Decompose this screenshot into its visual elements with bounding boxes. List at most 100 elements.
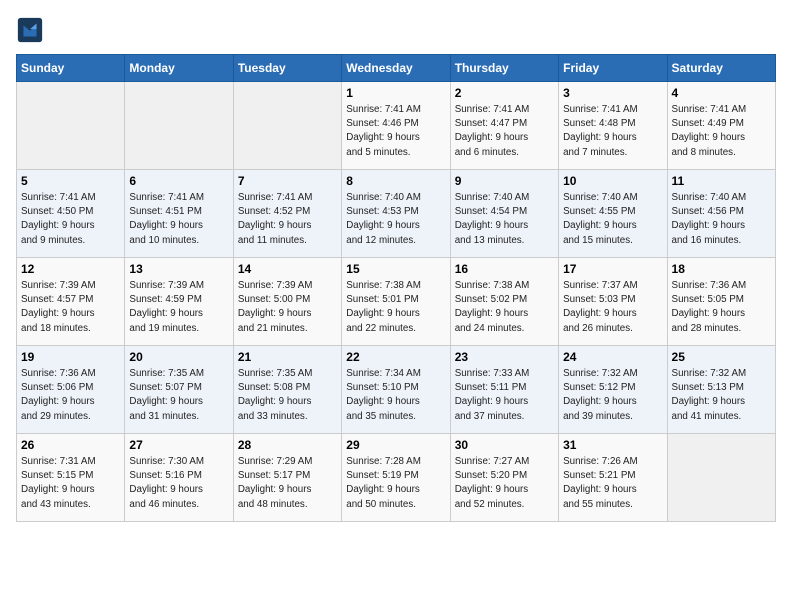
day-cell: 30 Sunrise: 7:27 AM Sunset: 5:20 PM Dayli… — [450, 434, 558, 522]
logo — [16, 16, 48, 44]
day-cell: 2 Sunrise: 7:41 AM Sunset: 4:47 PM Daylig… — [450, 82, 558, 170]
week-row-1: 1Sunrise: 7:41 AM Sunset: 4:46 PM Daylig… — [17, 82, 776, 170]
day-cell: 24Sunrise: 7:32 AM Sunset: 5:12 PM Dayli… — [559, 346, 667, 434]
logo-icon — [16, 16, 44, 44]
day-info: Sunrise: 7:28 AM Sunset: 5:19 PM Dayligh… — [346, 455, 445, 512]
day-cell: 15 Sunrise: 7:38 AM Sunset: 5:01 PM Dayli… — [342, 258, 450, 346]
day-info: Sunrise: 7:33 AM Sunset: 5:11 PM Dayligh… — [455, 367, 554, 424]
day-info: Sunrise: 7:36 AM Sunset: 5:06 PM Dayligh… — [21, 367, 120, 424]
day-header-thursday: Thursday — [450, 55, 558, 82]
day-cell: 3Sunrise: 7:41 AM Sunset: 4:48 PM Daylig… — [559, 82, 667, 170]
day-info: Sunrise: 7:32 AM Sunset: 5:13 PM Dayligh… — [672, 367, 771, 424]
day-cell — [125, 82, 233, 170]
day-cell — [667, 434, 775, 522]
day-cell: 20Sunrise: 7:35 AM Sunset: 5:07 PM Dayli… — [125, 346, 233, 434]
day-info: Sunrise: 7:29 AM Sunset: 5:17 PM Dayligh… — [238, 455, 337, 512]
day-cell: 29 Sunrise: 7:28 AM Sunset: 5:19 PM Dayli… — [342, 434, 450, 522]
day-number: 17 — [563, 262, 662, 276]
week-row-5: 26 Sunrise: 7:31 AM Sunset: 5:15 PM Dayli… — [17, 434, 776, 522]
day-cell: 23 Sunrise: 7:33 AM Sunset: 5:11 PM Dayli… — [450, 346, 558, 434]
day-header-saturday: Saturday — [667, 55, 775, 82]
week-row-3: 12 Sunrise: 7:39 AM Sunset: 4:57 PM Dayli… — [17, 258, 776, 346]
day-info: Sunrise: 7:41 AM Sunset: 4:51 PM Dayligh… — [129, 191, 228, 248]
day-info: Sunrise: 7:35 AM Sunset: 5:08 PM Dayligh… — [238, 367, 337, 424]
day-cell: 18 Sunrise: 7:36 AM Sunset: 5:05 PM Dayli… — [667, 258, 775, 346]
day-info: Sunrise: 7:27 AM Sunset: 5:20 PM Dayligh… — [455, 455, 554, 512]
day-number: 12 — [21, 262, 120, 276]
day-cell: 14 Sunrise: 7:39 AM Sunset: 5:00 PM Dayli… — [233, 258, 341, 346]
day-info: Sunrise: 7:37 AM Sunset: 5:03 PM Dayligh… — [563, 279, 662, 336]
day-number: 6 — [129, 174, 228, 188]
day-number: 28 — [238, 438, 337, 452]
day-cell: 13Sunrise: 7:39 AM Sunset: 4:59 PM Dayli… — [125, 258, 233, 346]
day-number: 19 — [21, 350, 120, 364]
day-number: 14 — [238, 262, 337, 276]
day-cell: 28 Sunrise: 7:29 AM Sunset: 5:17 PM Dayli… — [233, 434, 341, 522]
day-number: 10 — [563, 174, 662, 188]
day-number: 25 — [672, 350, 771, 364]
day-number: 22 — [346, 350, 445, 364]
day-info: Sunrise: 7:39 AM Sunset: 5:00 PM Dayligh… — [238, 279, 337, 336]
day-info: Sunrise: 7:39 AM Sunset: 4:59 PM Dayligh… — [129, 279, 228, 336]
day-cell: 11 Sunrise: 7:40 AM Sunset: 4:56 PM Dayli… — [667, 170, 775, 258]
day-cell — [233, 82, 341, 170]
day-info: Sunrise: 7:38 AM Sunset: 5:02 PM Dayligh… — [455, 279, 554, 336]
day-info: Sunrise: 7:40 AM Sunset: 4:56 PM Dayligh… — [672, 191, 771, 248]
day-number: 2 — [455, 86, 554, 100]
day-info: Sunrise: 7:41 AM Sunset: 4:52 PM Dayligh… — [238, 191, 337, 248]
week-row-4: 19 Sunrise: 7:36 AM Sunset: 5:06 PM Dayli… — [17, 346, 776, 434]
week-row-2: 5 Sunrise: 7:41 AM Sunset: 4:50 PM Daylig… — [17, 170, 776, 258]
day-info: Sunrise: 7:40 AM Sunset: 4:53 PM Dayligh… — [346, 191, 445, 248]
day-number: 26 — [21, 438, 120, 452]
day-number: 5 — [21, 174, 120, 188]
day-cell: 10Sunrise: 7:40 AM Sunset: 4:55 PM Dayli… — [559, 170, 667, 258]
day-info: Sunrise: 7:41 AM Sunset: 4:46 PM Dayligh… — [346, 103, 445, 160]
day-cell — [17, 82, 125, 170]
day-info: Sunrise: 7:41 AM Sunset: 4:47 PM Dayligh… — [455, 103, 554, 160]
day-number: 11 — [672, 174, 771, 188]
day-number: 16 — [455, 262, 554, 276]
day-number: 29 — [346, 438, 445, 452]
calendar-table: SundayMondayTuesdayWednesdayThursdayFrid… — [16, 54, 776, 522]
day-cell: 25 Sunrise: 7:32 AM Sunset: 5:13 PM Dayli… — [667, 346, 775, 434]
day-cell: 1Sunrise: 7:41 AM Sunset: 4:46 PM Daylig… — [342, 82, 450, 170]
day-number: 8 — [346, 174, 445, 188]
day-info: Sunrise: 7:38 AM Sunset: 5:01 PM Dayligh… — [346, 279, 445, 336]
day-info: Sunrise: 7:34 AM Sunset: 5:10 PM Dayligh… — [346, 367, 445, 424]
day-cell: 22 Sunrise: 7:34 AM Sunset: 5:10 PM Dayli… — [342, 346, 450, 434]
day-number: 4 — [672, 86, 771, 100]
day-cell: 21 Sunrise: 7:35 AM Sunset: 5:08 PM Dayli… — [233, 346, 341, 434]
day-number: 31 — [563, 438, 662, 452]
day-header-sunday: Sunday — [17, 55, 125, 82]
day-number: 30 — [455, 438, 554, 452]
day-cell: 6 Sunrise: 7:41 AM Sunset: 4:51 PM Daylig… — [125, 170, 233, 258]
day-number: 23 — [455, 350, 554, 364]
day-info: Sunrise: 7:39 AM Sunset: 4:57 PM Dayligh… — [21, 279, 120, 336]
day-cell: 8 Sunrise: 7:40 AM Sunset: 4:53 PM Daylig… — [342, 170, 450, 258]
day-info: Sunrise: 7:35 AM Sunset: 5:07 PM Dayligh… — [129, 367, 228, 424]
day-info: Sunrise: 7:41 AM Sunset: 4:49 PM Dayligh… — [672, 103, 771, 160]
day-info: Sunrise: 7:26 AM Sunset: 5:21 PM Dayligh… — [563, 455, 662, 512]
day-info: Sunrise: 7:41 AM Sunset: 4:50 PM Dayligh… — [21, 191, 120, 248]
day-number: 9 — [455, 174, 554, 188]
day-cell: 9 Sunrise: 7:40 AM Sunset: 4:54 PM Daylig… — [450, 170, 558, 258]
day-number: 21 — [238, 350, 337, 364]
day-info: Sunrise: 7:40 AM Sunset: 4:54 PM Dayligh… — [455, 191, 554, 248]
day-cell: 12 Sunrise: 7:39 AM Sunset: 4:57 PM Dayli… — [17, 258, 125, 346]
day-info: Sunrise: 7:36 AM Sunset: 5:05 PM Dayligh… — [672, 279, 771, 336]
day-cell: 31 Sunrise: 7:26 AM Sunset: 5:21 PM Dayli… — [559, 434, 667, 522]
day-info: Sunrise: 7:30 AM Sunset: 5:16 PM Dayligh… — [129, 455, 228, 512]
day-cell: 19 Sunrise: 7:36 AM Sunset: 5:06 PM Dayli… — [17, 346, 125, 434]
day-info: Sunrise: 7:32 AM Sunset: 5:12 PM Dayligh… — [563, 367, 662, 424]
day-header-monday: Monday — [125, 55, 233, 82]
day-number: 3 — [563, 86, 662, 100]
day-number: 15 — [346, 262, 445, 276]
day-cell: 7Sunrise: 7:41 AM Sunset: 4:52 PM Daylig… — [233, 170, 341, 258]
day-header-wednesday: Wednesday — [342, 55, 450, 82]
day-cell: 17 Sunrise: 7:37 AM Sunset: 5:03 PM Dayli… — [559, 258, 667, 346]
day-number: 18 — [672, 262, 771, 276]
day-info: Sunrise: 7:31 AM Sunset: 5:15 PM Dayligh… — [21, 455, 120, 512]
day-header-tuesday: Tuesday — [233, 55, 341, 82]
day-cell: 27Sunrise: 7:30 AM Sunset: 5:16 PM Dayli… — [125, 434, 233, 522]
day-cell: 5 Sunrise: 7:41 AM Sunset: 4:50 PM Daylig… — [17, 170, 125, 258]
